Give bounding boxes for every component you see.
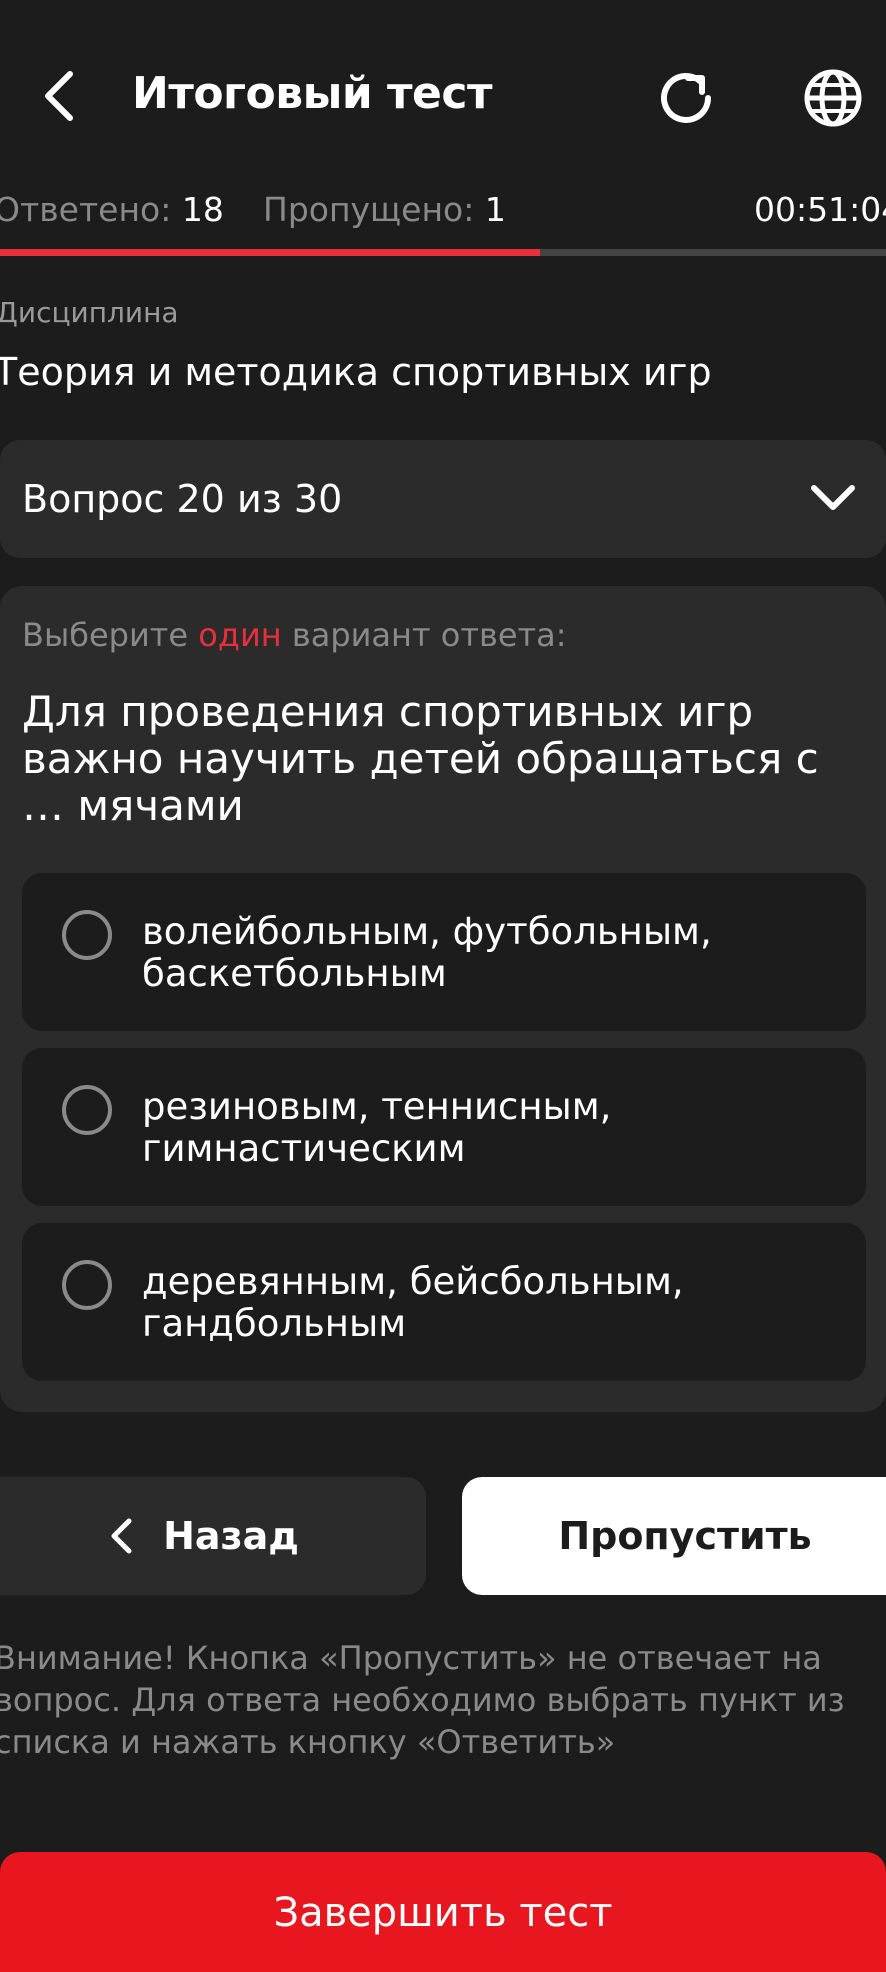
test-stats: Ответено: 18 Пропущено: 1 00:51:04: [0, 190, 886, 232]
finish-test-button[interactable]: Завершить тест: [0, 1852, 886, 1972]
instruction-text-end: вариант ответа:: [291, 616, 567, 654]
skipped-counter: Пропущено: 1: [263, 190, 506, 229]
header: Итоговый тест: [0, 0, 886, 175]
radio-button[interactable]: [62, 910, 112, 960]
globe-icon: [804, 69, 862, 127]
answered-value: 18: [181, 190, 224, 229]
page-title: Итоговый тест: [132, 68, 492, 119]
skipped-label: Пропущено:: [263, 190, 475, 229]
answer-option[interactable]: деревянным, бейсбольным, гандбольным: [22, 1223, 866, 1381]
chevron-down-icon: [811, 485, 855, 510]
radio-button[interactable]: [62, 1260, 112, 1310]
skip-button-label: Пропустить: [558, 1514, 812, 1558]
answer-instruction: Выберите один вариант ответа:: [22, 616, 567, 654]
radio-button[interactable]: [62, 1085, 112, 1135]
chevron-left-icon: [45, 71, 73, 121]
skipped-value: 1: [484, 190, 506, 229]
question-selector[interactable]: Вопрос 20 из 30: [0, 440, 886, 558]
back-button[interactable]: [22, 60, 94, 132]
timer: 00:51:04: [754, 190, 886, 229]
discipline-name: Теория и методика спортивных игр: [0, 350, 712, 394]
answer-option-label: резиновым, теннисным, гимнастическим: [142, 1085, 612, 1170]
progress-fill: [0, 249, 540, 256]
question-card: Выберите один вариант ответа: Для провед…: [0, 586, 886, 1412]
refresh-button[interactable]: [648, 60, 724, 136]
language-button[interactable]: [795, 60, 871, 136]
chevron-left-icon: [111, 1518, 132, 1554]
skip-warning: Внимание! Кнопка «Пропустить» не отвечае…: [0, 1639, 845, 1761]
answer-option-label: деревянным, бейсбольным, гандбольным: [142, 1260, 684, 1345]
instruction-accent: один: [198, 616, 282, 654]
progress-bar: [0, 249, 886, 256]
answer-option-label: волейбольным, футбольным, баскетбольным: [142, 910, 712, 995]
answer-option[interactable]: волейбольным, футбольным, баскетбольным: [22, 873, 866, 1031]
finish-test-label: Завершить тест: [273, 1890, 613, 1936]
question-selector-label: Вопрос 20 из 30: [22, 477, 343, 521]
refresh-icon: [661, 72, 711, 123]
previous-button-label: Назад: [163, 1514, 299, 1558]
previous-button[interactable]: Назад: [0, 1477, 426, 1595]
instruction-text-start: Выберите: [22, 616, 189, 654]
discipline-label: Дисциплина: [0, 296, 179, 329]
answered-label: Ответено:: [0, 190, 172, 229]
answered-counter: Ответено: 18: [0, 190, 224, 229]
answer-option[interactable]: резиновым, теннисным, гимнастическим: [22, 1048, 866, 1206]
skip-button[interactable]: Пропустить: [462, 1477, 886, 1595]
question-text: Для проведения спортивных игр важно науч…: [22, 687, 819, 830]
